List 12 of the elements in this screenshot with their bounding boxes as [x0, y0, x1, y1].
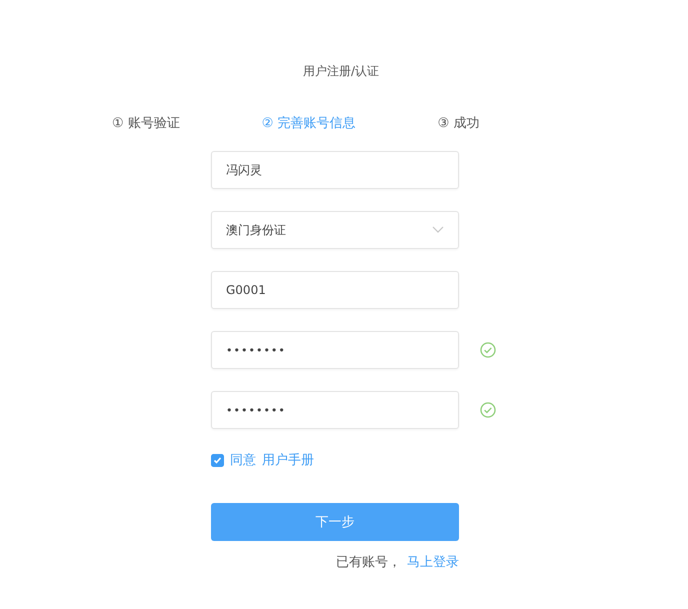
- chevron-down-icon: [432, 226, 444, 234]
- checkbox[interactable]: [211, 454, 224, 466]
- input-field[interactable]: 冯闪灵: [211, 151, 459, 189]
- have-account-text: 已有账号，: [336, 554, 401, 571]
- input-field[interactable]: G0001: [211, 271, 459, 309]
- agree-label: 同意: [230, 452, 256, 469]
- password-field[interactable]: ••••••••: [211, 331, 459, 369]
- select-field[interactable]: 澳门身份证: [211, 211, 459, 249]
- page-title: 用户注册/认证: [302, 63, 380, 80]
- password-field[interactable]: ••••••••: [211, 391, 459, 429]
- step-tab[interactable]: ③ 成功: [438, 114, 480, 132]
- step-tab[interactable]: ① 账号验证: [112, 114, 180, 132]
